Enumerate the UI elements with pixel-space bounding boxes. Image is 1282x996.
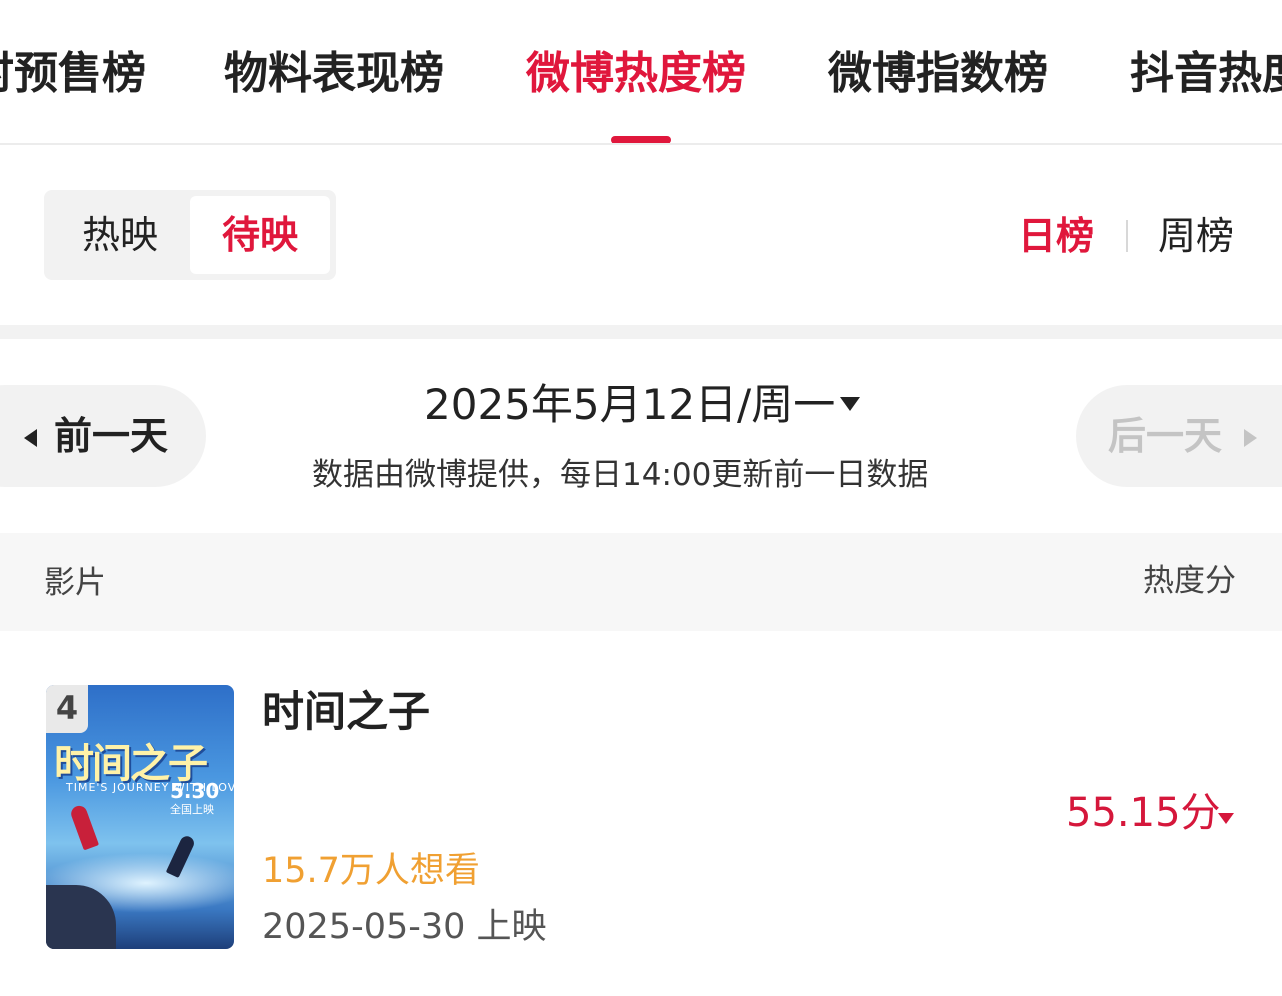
release-date: 2025-05-30 上映 bbox=[262, 907, 547, 947]
poster-release-text: 全国上映 bbox=[170, 803, 214, 816]
caret-left-icon bbox=[24, 429, 37, 447]
active-tab-indicator bbox=[611, 136, 671, 143]
caret-right-icon bbox=[1244, 429, 1257, 447]
want-to-see-count: 15.7万人想看 bbox=[262, 851, 480, 891]
date-picker[interactable]: 2025年5月12日/周一 bbox=[424, 376, 835, 434]
segment-now-showing[interactable]: 热映 bbox=[50, 196, 190, 274]
rank-badge: 4 bbox=[46, 685, 88, 733]
tab-presale[interactable]: 时预售榜 bbox=[0, 44, 146, 104]
poster-date: 5.30 bbox=[170, 779, 220, 803]
poster-figure-art bbox=[68, 803, 100, 851]
tab-material[interactable]: 物料表现榜 bbox=[224, 44, 444, 104]
heat-score: 55.15分 bbox=[1066, 790, 1221, 836]
segment-upcoming[interactable]: 待映 bbox=[190, 196, 330, 274]
previous-day-label: 前一天 bbox=[54, 414, 169, 458]
rank-type-divider bbox=[1126, 220, 1128, 252]
column-header-film: 影片 bbox=[44, 565, 106, 601]
next-day-label: 后一天 bbox=[1108, 414, 1223, 458]
tab-weibo-heat[interactable]: 微博热度榜 bbox=[526, 44, 746, 104]
trend-down-icon bbox=[1218, 813, 1234, 824]
movie-title[interactable]: 时间之子 bbox=[262, 683, 430, 741]
movie-poster: 时间之子 TIME'S JOURNEY WITH LOVE 5.30 全国上映 … bbox=[46, 685, 234, 949]
weekly-rank-toggle[interactable]: 周榜 bbox=[1158, 208, 1234, 264]
status-segmented-control: 热映 待映 bbox=[44, 190, 336, 280]
top-tab-bar: 时预售榜 物料表现榜 微博热度榜 微博指数榜 抖音热度 bbox=[0, 0, 1282, 145]
daily-rank-toggle[interactable]: 日榜 bbox=[1018, 208, 1094, 264]
tab-weibo-index[interactable]: 微博指数榜 bbox=[828, 44, 1048, 104]
table-row[interactable]: 时间之子 TIME'S JOURNEY WITH LOVE 5.30 全国上映 … bbox=[0, 633, 1282, 996]
previous-day-button[interactable]: 前一天 bbox=[0, 385, 206, 487]
next-day-button[interactable]: 后一天 bbox=[1076, 385, 1282, 487]
data-source-note: 数据由微博提供，每日14:00更新前一日数据 bbox=[312, 457, 929, 493]
caret-down-icon[interactable] bbox=[840, 397, 860, 411]
column-header-heat-score: 热度分 bbox=[1143, 563, 1236, 599]
section-divider bbox=[0, 325, 1282, 339]
table-header: 影片 热度分 bbox=[0, 533, 1282, 631]
tab-douyin-heat[interactable]: 抖音热度 bbox=[1130, 44, 1282, 104]
